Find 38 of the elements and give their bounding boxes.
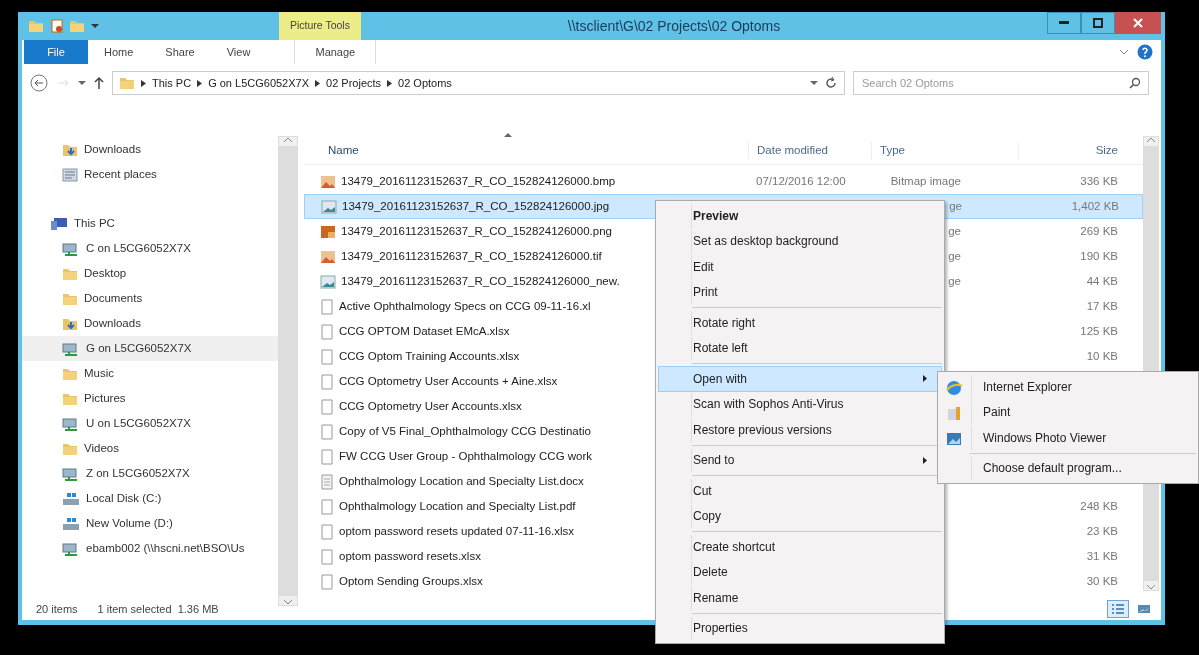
file-size: 17 KB bbox=[1086, 299, 1118, 312]
file-type: Bitmap image bbox=[889, 173, 961, 189]
navigation-label: Music bbox=[84, 365, 115, 381]
file-size: 269 KB bbox=[1080, 224, 1118, 237]
file-size: 1,402 KB bbox=[1071, 199, 1119, 212]
navigation-label: ebamb002 (\\hscni.net\BSO\Us bbox=[86, 540, 245, 556]
file-size: 336 KB bbox=[1080, 174, 1118, 187]
navigation-label: Local Disk (C:) bbox=[86, 490, 162, 506]
file-size: 31 KB bbox=[1086, 549, 1118, 562]
file-size: 30 KB bbox=[1086, 574, 1118, 587]
selection-info: 1 item selected 1.36 MB bbox=[97, 601, 219, 617]
navigation-label: Desktop bbox=[84, 265, 127, 281]
file-type: ge bbox=[947, 248, 961, 264]
navigation-label: G on L5CG6052X7X bbox=[86, 340, 192, 356]
file-type: ge bbox=[948, 198, 962, 214]
navigation-label: New Volume (D:) bbox=[86, 515, 173, 531]
file-type: ge bbox=[947, 223, 961, 239]
navigation-label: Downloads bbox=[84, 315, 141, 331]
file-size: 248 KB bbox=[1080, 499, 1118, 512]
navigation-label: Downloads bbox=[84, 141, 141, 157]
navigation-label: Videos bbox=[84, 440, 119, 456]
navigation-label: Recent places bbox=[84, 166, 157, 182]
file-size: 23 KB bbox=[1086, 524, 1118, 537]
item-count: 20 items bbox=[36, 601, 78, 617]
navigation-label: This PC bbox=[74, 215, 115, 231]
contextual-tab-header: Picture Tools bbox=[279, 12, 361, 40]
navigation-label: Documents bbox=[84, 290, 143, 306]
window-title: \\tsclient\G\02 Projects\02 Optoms bbox=[566, 16, 782, 36]
file-size: 10 KB bbox=[1086, 349, 1118, 362]
navigation-label: Pictures bbox=[84, 390, 126, 406]
navigation-label: U on L5CG6052X7X bbox=[86, 415, 191, 431]
file-size: 190 KB bbox=[1080, 249, 1118, 262]
file-size: 125 KB bbox=[1080, 324, 1118, 337]
file-size: 44 KB bbox=[1086, 274, 1118, 287]
modified-date: 07/12/2016 12:00 bbox=[756, 174, 846, 187]
navigation-label: C on L5CG6052X7X bbox=[86, 240, 191, 256]
navigation-label: Z on L5CG6052X7X bbox=[86, 465, 190, 481]
file-type: ge bbox=[947, 273, 961, 289]
